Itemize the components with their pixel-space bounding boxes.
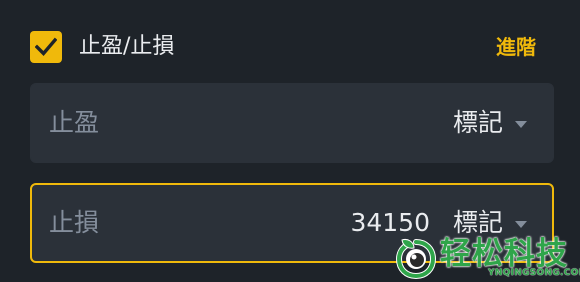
watermark-text: 轻松科技 xyxy=(440,236,568,272)
tpsl-label: 止盈/止損 xyxy=(79,34,175,59)
tpsl-checkbox[interactable] xyxy=(30,31,62,63)
chevron-down-icon xyxy=(515,220,527,228)
tpsl-header: 止盈/止損 進階 xyxy=(30,30,550,64)
watermark-subtext: YNQINGSONG.COM xyxy=(488,268,580,278)
take-profit-field[interactable]: 止盈 標記 xyxy=(30,83,554,163)
stop-loss-mark-label: 標記 xyxy=(452,208,503,237)
stop-loss-mark-select[interactable]: 標記 xyxy=(453,206,527,240)
take-profit-label: 止盈 xyxy=(49,108,100,137)
stop-loss-value: 34150 xyxy=(350,208,430,237)
stop-loss-label: 止損 xyxy=(49,208,100,237)
watermark: 轻松科技 YNQINGSONG.COM xyxy=(396,236,580,282)
watermark-logo-icon xyxy=(396,239,436,280)
checkmark-icon xyxy=(35,37,57,57)
take-profit-mark-select[interactable]: 標記 xyxy=(453,106,527,140)
advanced-link[interactable]: 進階 xyxy=(496,32,536,62)
chevron-down-icon xyxy=(515,120,527,128)
take-profit-mark-label: 標記 xyxy=(452,108,503,137)
